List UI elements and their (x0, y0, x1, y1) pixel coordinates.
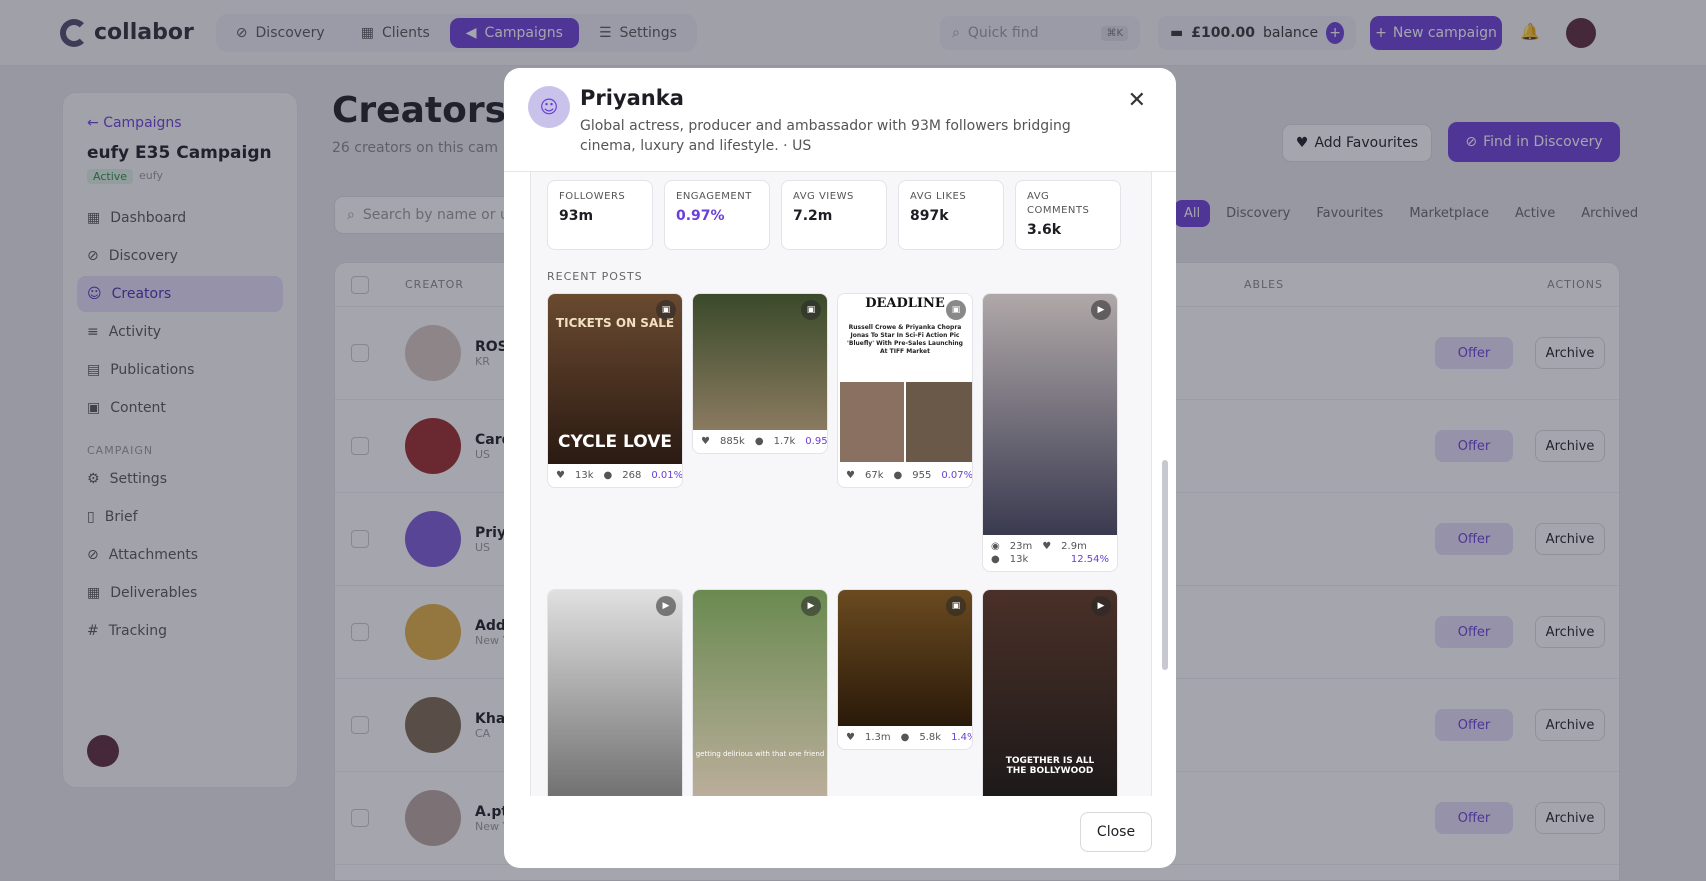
avatar: ☺ (528, 86, 570, 128)
post-image: DEADLINE Russell Crowe & Priyanka Chopra… (838, 294, 972, 464)
stat-avg-views: Avg Views 7.2m (781, 180, 887, 250)
image-icon: ▣ (801, 300, 821, 320)
creator-name: Priyanka (580, 86, 684, 110)
comment-icon: ● (991, 554, 1000, 565)
post-card[interactable]: DEADLINE Russell Crowe & Priyanka Chopra… (837, 293, 973, 488)
modal-header: ☺ Priyanka Global actress, producer and … (504, 68, 1176, 172)
heart-icon: ♥ (846, 470, 855, 481)
stat-avg-likes: Avg Likes 897k (898, 180, 1004, 250)
post-image: ▣ (693, 294, 827, 430)
creator-description: Global actress, producer and ambassador … (580, 118, 1071, 154)
scrollbar[interactable] (1162, 460, 1168, 670)
comment-icon: ● (603, 470, 613, 481)
play-icon: ▶ (656, 596, 676, 616)
creator-profile-modal: ☺ Priyanka Global actress, producer and … (504, 68, 1176, 868)
heart-icon: ♥ (701, 436, 710, 447)
posts-grid: TICKETS ON SALE CYCLE LOVE ▣ ♥ 13k ● 268 0.0… (547, 293, 1135, 796)
post-image: getting delirious with that one friend ▶ (693, 590, 827, 796)
recent-posts-heading: RECENT POSTS (547, 270, 643, 283)
modal-body[interactable]: Followers 93m Engagement 0.97% Avg Views 7.… (530, 172, 1152, 796)
post-card[interactable]: ▶ ◉ 23m ♥ 2.9m ● 13k 12.54% (982, 293, 1118, 572)
eye-icon: ◉ (991, 541, 1000, 552)
stat-avg-comments: Avg Comments 3.6k (1015, 180, 1121, 250)
play-icon: ▶ (801, 596, 821, 616)
play-icon: ▶ (1091, 596, 1111, 616)
post-card[interactable]: ▣ ♥885k●1.7k0.95% (692, 293, 828, 454)
heart-icon: ♥ (846, 732, 855, 743)
post-card[interactable]: ▣ ♥1.3m●5.8k1.4% (837, 589, 973, 750)
stats-row: Followers 93m Engagement 0.97% Avg Views 7.… (547, 180, 1135, 250)
close-icon[interactable]: ✕ (1128, 88, 1146, 113)
image-icon: ▣ (656, 300, 676, 320)
comment-icon: ● (900, 732, 910, 743)
post-image: TOGETHER IS ALL THE BOLLYWOOD ▶ (983, 590, 1117, 796)
post-card[interactable]: TOGETHER IS ALL THE BOLLYWOOD ▶ (982, 589, 1118, 796)
post-card[interactable]: TICKETS ON SALE CYCLE LOVE ▣ ♥ 13k ● 268 0.0… (547, 293, 683, 488)
heart-icon: ♥ (1042, 541, 1052, 552)
post-card[interactable]: getting delirious with that one friend ▶ (692, 589, 828, 796)
stat-followers: Followers 93m (547, 180, 653, 250)
comment-icon: ● (893, 470, 903, 481)
post-image: ▶ (548, 590, 682, 796)
heart-icon: ♥ (556, 470, 565, 481)
post-image: ▣ (838, 590, 972, 726)
modal-footer: Close (504, 796, 1176, 868)
post-image: TICKETS ON SALE CYCLE LOVE ▣ (548, 294, 682, 464)
image-icon: ▣ (946, 596, 966, 616)
post-card[interactable]: ▶ (547, 589, 683, 796)
stat-engagement: Engagement 0.97% (664, 180, 770, 250)
comment-icon: ● (754, 436, 764, 447)
close-button[interactable]: Close (1080, 812, 1152, 852)
image-icon: ▣ (946, 300, 966, 320)
post-image: ▶ (983, 294, 1117, 535)
play-icon: ▶ (1091, 300, 1111, 320)
